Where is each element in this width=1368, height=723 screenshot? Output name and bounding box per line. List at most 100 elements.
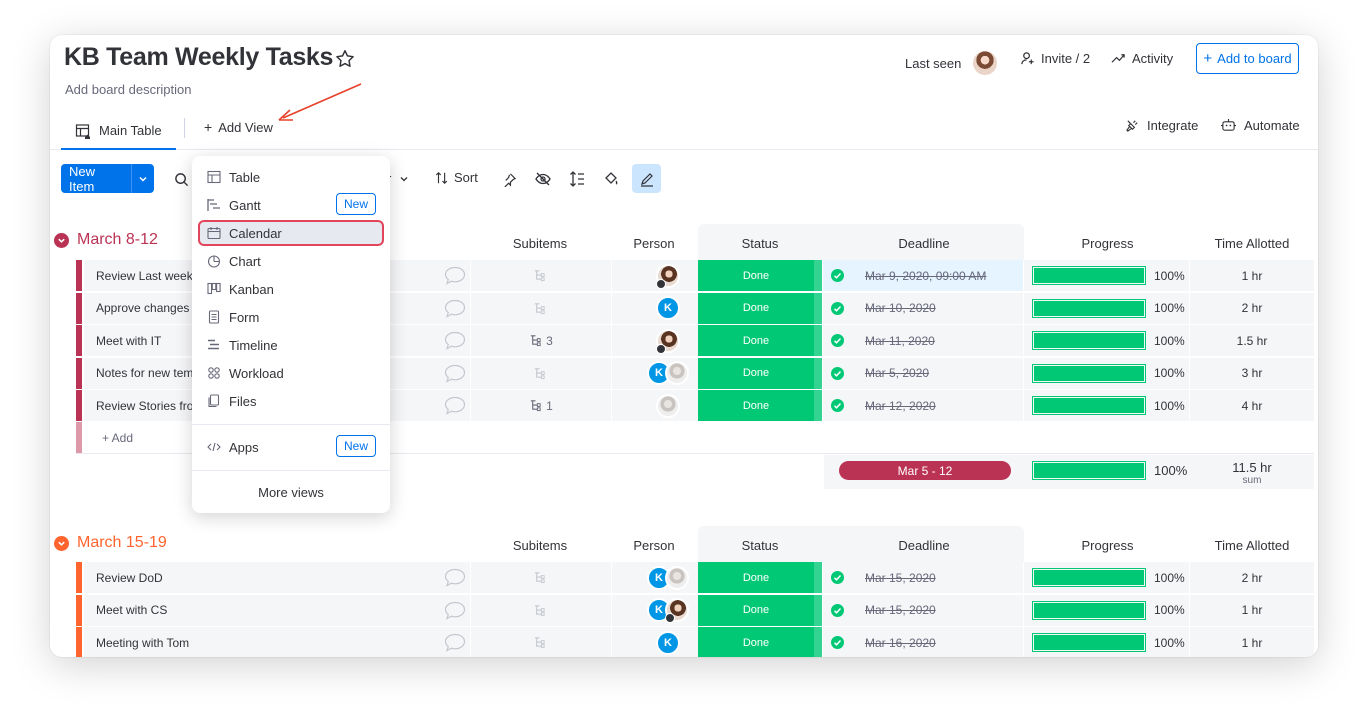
- deadline-cell[interactable]: Mar 15, 2020: [823, 562, 1023, 593]
- add-to-board-button[interactable]: + Add to board: [1196, 43, 1299, 74]
- group-header-march-8-12[interactable]: March 8-12: [54, 231, 158, 249]
- avatar[interactable]: [656, 328, 680, 354]
- time-cell[interactable]: 2 hr: [1190, 562, 1314, 593]
- search-icon[interactable]: [170, 168, 192, 190]
- deadline-cell[interactable]: Mar 12, 2020: [823, 390, 1023, 421]
- sort-button[interactable]: Sort: [435, 170, 478, 185]
- tab-main-table[interactable]: Main Table: [61, 113, 176, 150]
- view-option-timeline[interactable]: Timeline: [200, 332, 382, 358]
- subitems-cell[interactable]: [471, 562, 611, 593]
- avatar[interactable]: [656, 263, 680, 289]
- time-cell[interactable]: 1 hr: [1190, 627, 1314, 657]
- board-title[interactable]: KB Team Weekly Tasks: [64, 43, 333, 72]
- automate-button[interactable]: Automate: [1220, 118, 1300, 133]
- board-description[interactable]: Add board description: [65, 82, 191, 97]
- deadline-cell[interactable]: Mar 9, 2020, 09:00 AM: [823, 260, 1023, 291]
- group-title[interactable]: March 8-12: [77, 231, 158, 249]
- pen-icon[interactable]: [632, 164, 661, 193]
- col-progress[interactable]: Progress: [1025, 236, 1190, 251]
- activity-button[interactable]: Activity: [1111, 51, 1173, 66]
- avatar[interactable]: [665, 361, 689, 385]
- view-option-table[interactable]: Table: [200, 164, 382, 190]
- deadline-cell[interactable]: Mar 10, 2020: [823, 292, 1023, 324]
- avatar[interactable]: [656, 393, 680, 418]
- subitems-cell[interactable]: 1: [471, 390, 611, 421]
- star-icon[interactable]: [334, 48, 356, 70]
- time-cell[interactable]: 2 hr: [1190, 292, 1314, 324]
- subitems-cell[interactable]: [471, 260, 611, 291]
- deadline-cell[interactable]: Mar 5, 2020: [823, 357, 1023, 389]
- subitems-cell[interactable]: [471, 627, 611, 657]
- collapse-group-icon[interactable]: [54, 535, 69, 551]
- deadline-cell[interactable]: Mar 16, 2020: [823, 627, 1023, 657]
- view-option-files[interactable]: Files: [200, 388, 382, 414]
- view-option-chart[interactable]: Chart: [200, 248, 382, 274]
- col-subitems[interactable]: Subitems: [470, 236, 610, 251]
- view-option-workload[interactable]: Workload: [200, 360, 382, 386]
- add-view-button[interactable]: + Add View: [204, 119, 273, 135]
- chevron-down-icon[interactable]: [131, 164, 154, 193]
- filter-button[interactable]: r: [387, 171, 409, 186]
- time-cell[interactable]: 1.5 hr: [1190, 325, 1314, 356]
- time-cell[interactable]: 1 hr: [1190, 260, 1314, 291]
- col-deadline[interactable]: Deadline: [824, 538, 1024, 553]
- status-cell[interactable]: Done: [698, 562, 814, 593]
- col-deadline[interactable]: Deadline: [824, 236, 1024, 251]
- comment-icon[interactable]: [444, 299, 466, 318]
- comment-icon[interactable]: [444, 633, 466, 652]
- item-name[interactable]: Review DoD: [84, 562, 470, 593]
- status-cell[interactable]: Done: [698, 594, 814, 626]
- comment-icon[interactable]: [444, 331, 466, 350]
- group-header-march-15-19[interactable]: March 15-19: [54, 534, 167, 552]
- col-progress[interactable]: Progress: [1025, 538, 1190, 553]
- avatar[interactable]: [665, 565, 689, 590]
- last-seen[interactable]: Last seen: [905, 51, 998, 75]
- table-row[interactable]: Meet with CS K Done Mar 15, 2020 100% 1 …: [76, 594, 1314, 627]
- avatar[interactable]: [665, 598, 689, 623]
- status-cell[interactable]: Done: [698, 390, 814, 421]
- col-time[interactable]: Time Allotted: [1190, 538, 1314, 553]
- view-option-apps[interactable]: Apps New: [200, 434, 382, 460]
- time-cell[interactable]: 4 hr: [1190, 390, 1314, 421]
- more-views-button[interactable]: More views: [192, 485, 390, 500]
- time-cell[interactable]: 1 hr: [1190, 594, 1314, 626]
- row-height-icon[interactable]: [566, 168, 588, 190]
- status-cell[interactable]: Done: [698, 292, 814, 324]
- col-status[interactable]: Status: [698, 538, 822, 553]
- col-time[interactable]: Time Allotted: [1190, 236, 1314, 251]
- subitems-cell[interactable]: 3: [471, 325, 611, 356]
- group-title[interactable]: March 15-19: [77, 534, 167, 552]
- avatar[interactable]: K: [656, 296, 680, 320]
- status-cell[interactable]: Done: [698, 260, 814, 291]
- item-name[interactable]: Meet with CS: [84, 594, 470, 626]
- view-option-kanban[interactable]: Kanban: [200, 276, 382, 302]
- integrate-button[interactable]: Integrate: [1125, 118, 1198, 133]
- comment-icon[interactable]: [444, 396, 466, 415]
- new-item-label[interactable]: New Item: [61, 164, 131, 194]
- time-cell[interactable]: 3 hr: [1190, 357, 1314, 389]
- col-subitems[interactable]: Subitems: [470, 538, 610, 553]
- collapse-group-icon[interactable]: [54, 232, 69, 248]
- status-cell[interactable]: Done: [698, 357, 814, 389]
- item-name[interactable]: Meeting with Tom: [84, 627, 470, 657]
- new-item-button[interactable]: New Item: [61, 164, 154, 194]
- col-person[interactable]: Person: [598, 538, 710, 553]
- status-cell[interactable]: Done: [698, 627, 814, 657]
- eye-off-icon[interactable]: [532, 168, 554, 190]
- col-status[interactable]: Status: [698, 236, 822, 251]
- comment-icon[interactable]: [444, 601, 466, 620]
- view-option-gantt[interactable]: Gantt New: [200, 192, 382, 218]
- invite-button[interactable]: Invite / 2: [1020, 51, 1090, 66]
- comment-icon[interactable]: [444, 568, 466, 587]
- subitems-cell[interactable]: [471, 594, 611, 626]
- subitems-cell[interactable]: [471, 357, 611, 389]
- deadline-cell[interactable]: Mar 15, 2020: [823, 594, 1023, 626]
- status-cell[interactable]: Done: [698, 325, 814, 356]
- view-option-calendar[interactable]: Calendar: [198, 220, 384, 246]
- comment-icon[interactable]: [444, 364, 466, 383]
- table-row[interactable]: Review DoD K Done Mar 15, 2020 100% 2 hr: [76, 562, 1314, 594]
- table-row[interactable]: Meeting with Tom K Done Mar 16, 2020 100…: [76, 627, 1314, 657]
- pin-icon[interactable]: [498, 168, 520, 190]
- col-person[interactable]: Person: [598, 236, 710, 251]
- add-item-label[interactable]: + Add: [102, 431, 133, 445]
